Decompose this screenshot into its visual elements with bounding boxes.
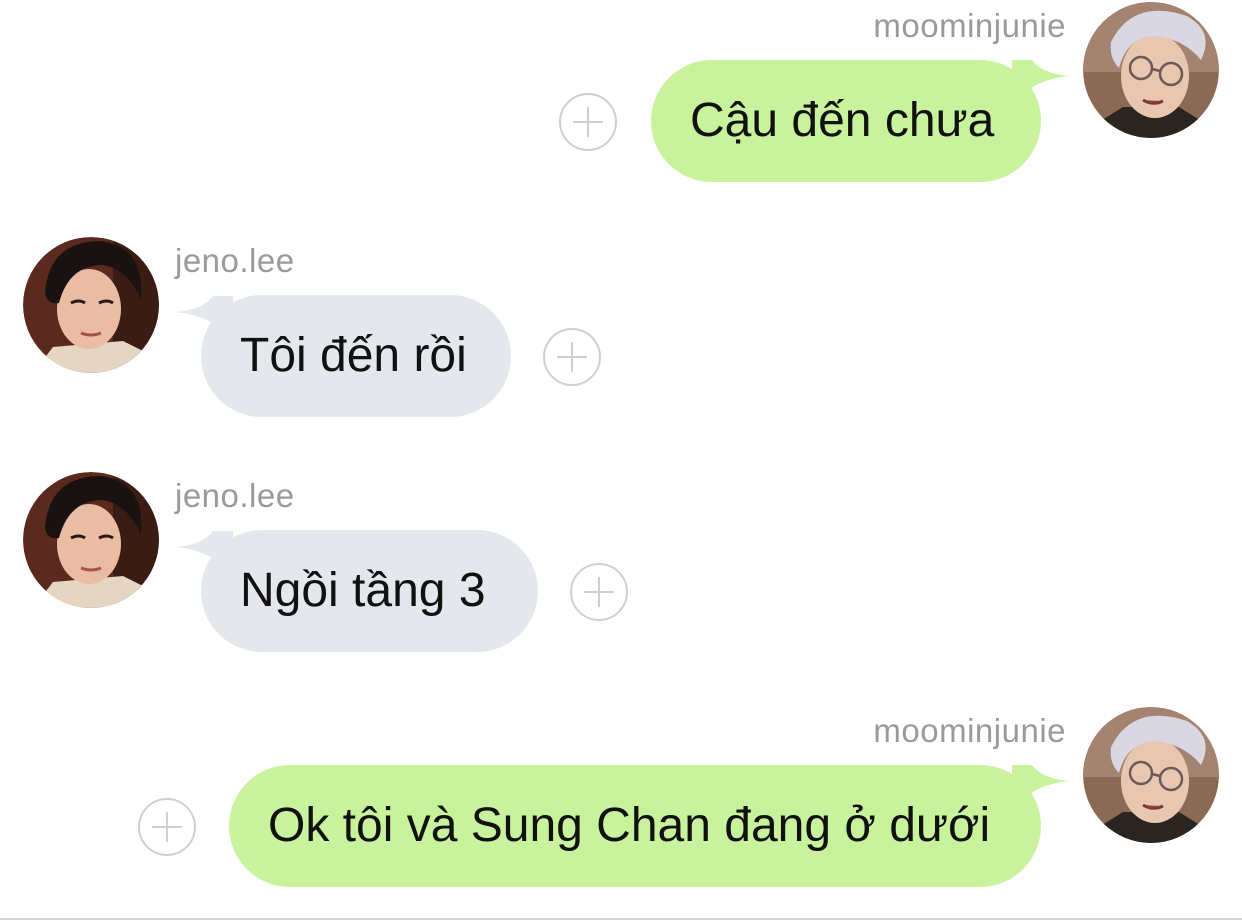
message-bubble[interactable]: Tôi đến rồi — [201, 295, 511, 417]
avatar[interactable] — [1083, 707, 1219, 843]
sender-username[interactable]: jeno.lee — [175, 241, 295, 281]
divider — [0, 918, 1242, 920]
sender-username[interactable]: moominjunie — [873, 711, 1066, 751]
sender-username[interactable]: jeno.lee — [175, 476, 295, 516]
plus-circle-icon[interactable] — [570, 563, 628, 621]
sender-username[interactable]: moominjunie — [873, 6, 1066, 46]
message-bubble[interactable]: Cậu đến chưa — [651, 60, 1041, 182]
plus-circle-icon[interactable] — [138, 798, 196, 856]
avatar[interactable] — [23, 472, 159, 608]
plus-circle-icon[interactable] — [559, 93, 617, 151]
message-bubble[interactable]: Ngồi tầng 3 — [201, 530, 538, 652]
avatar[interactable] — [23, 237, 159, 373]
plus-circle-icon[interactable] — [543, 328, 601, 386]
message-bubble[interactable]: Ok tôi và Sung Chan đang ở dưới — [229, 765, 1041, 887]
avatar[interactable] — [1083, 2, 1219, 138]
